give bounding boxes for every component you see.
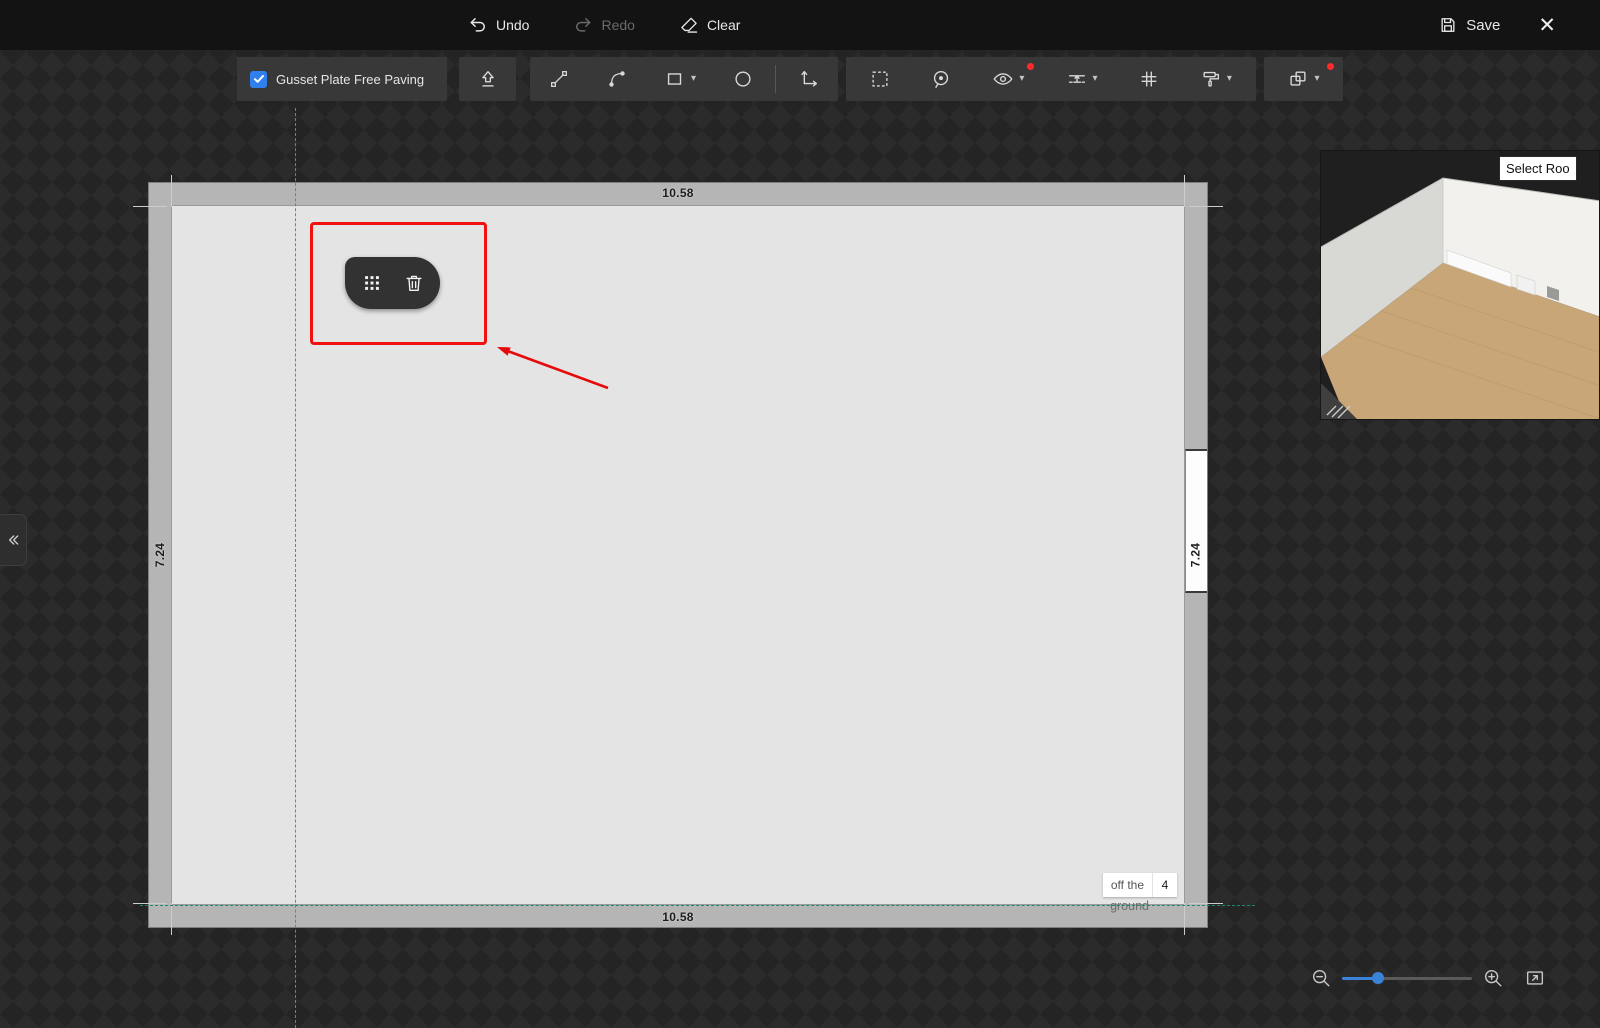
measure-tool-button[interactable] — [779, 57, 837, 101]
offset-label-2: ground — [1110, 899, 1149, 913]
fit-view-icon — [1526, 971, 1544, 985]
view-tools-panel: ▾ ▾ ▾ — [846, 57, 1256, 101]
visibility-button[interactable]: ▾ — [973, 57, 1043, 101]
notification-dot — [1327, 63, 1334, 70]
select-room-tooltip: Select Roo — [1499, 156, 1577, 181]
chevron-down-icon: ▾ — [1092, 73, 1098, 84]
offset-label: off the — [1110, 878, 1144, 892]
wall-opening[interactable] — [1185, 449, 1207, 593]
grid-toggle-button[interactable] — [1120, 57, 1178, 101]
floor-plan[interactable]: 10.58 10.58 7.24 7.24 off the 4 ground — [133, 175, 1223, 935]
clear-button[interactable]: Clear — [679, 15, 740, 35]
rectangle-tool-button[interactable]: ▾ — [646, 57, 714, 101]
room-3d-view — [1321, 177, 1599, 419]
tool-row: Gusset Plate Free Paving ▾ ▾ ▾ ▾ ▾ — [0, 57, 1600, 101]
circle-tool-button[interactable] — [714, 57, 772, 101]
arc-icon — [609, 71, 625, 87]
fit-view-button[interactable] — [1522, 965, 1548, 991]
arc-tool-button[interactable] — [588, 57, 646, 101]
redo-label: Redo — [601, 17, 635, 33]
paving-toggle-panel: Gusset Plate Free Paving — [237, 57, 447, 101]
area-measure-button[interactable] — [912, 57, 970, 101]
upload-icon — [481, 70, 494, 87]
circle-icon — [735, 71, 751, 87]
dimension-tick — [133, 206, 167, 207]
measure-axis-icon — [801, 70, 817, 87]
import-button[interactable] — [459, 57, 516, 101]
dimension-tick — [1189, 903, 1223, 904]
line-tool-button[interactable] — [530, 57, 588, 101]
undo-label: Undo — [496, 17, 530, 33]
dimension-right-label: 7.24 — [1189, 542, 1203, 568]
zoom-in-button[interactable] — [1480, 965, 1506, 991]
offset-input[interactable]: 4 — [1152, 873, 1177, 897]
notification-dot — [1027, 63, 1035, 70]
paving-checkbox[interactable] — [250, 70, 267, 88]
save-button[interactable]: Save — [1438, 15, 1500, 35]
paint-roller-icon — [1203, 71, 1219, 87]
chevron-down-icon: ▾ — [1226, 73, 1232, 84]
dimension-left-label: 7.24 — [153, 542, 167, 568]
clear-label: Clear — [706, 17, 741, 33]
undo-icon — [468, 15, 488, 35]
offset-widget: off the 4 — [1102, 873, 1177, 897]
resize-grip-icon — [1321, 383, 1357, 419]
save-label: Save — [1466, 16, 1501, 34]
material-button[interactable]: ▾ — [1181, 57, 1251, 101]
zoom-slider[interactable] — [1342, 972, 1472, 984]
dimension-top-label: 10.58 — [662, 186, 694, 200]
topbar-right: Save ✕ — [1438, 0, 1556, 50]
line-icon — [551, 71, 567, 87]
undo-button[interactable]: Undo — [468, 15, 529, 35]
import-panel — [459, 57, 516, 101]
dimension-bottom-label: 10.58 — [662, 910, 694, 924]
eye-icon — [993, 73, 1013, 85]
component-library-button[interactable]: ▾ — [1264, 57, 1343, 101]
zoom-slider-thumb[interactable] — [1372, 972, 1384, 984]
chevron-down-icon: ▾ — [1314, 73, 1320, 84]
rectangle-icon — [667, 73, 682, 85]
preview-3d-panel[interactable] — [1320, 150, 1600, 420]
double-chevron-left-icon — [9, 535, 19, 545]
annotation-arrow — [497, 347, 609, 390]
marquee-select-button[interactable] — [851, 57, 909, 101]
dimension-tick — [133, 903, 167, 904]
draw-tools-panel: ▾ — [530, 57, 838, 101]
components-icon — [1290, 71, 1307, 86]
toolbar-divider — [775, 65, 776, 93]
vertical-guide-line — [295, 108, 296, 1028]
elevation-button[interactable]: ▾ — [1047, 57, 1117, 101]
close-button[interactable]: ✕ — [1538, 15, 1556, 36]
zoom-in-icon — [1484, 969, 1502, 987]
zoom-out-button[interactable] — [1308, 965, 1334, 991]
collapse-sidebar-button[interactable] — [0, 514, 27, 566]
check-icon — [253, 75, 264, 83]
elevation-icon — [1068, 75, 1085, 83]
app-root: Undo Redo Clear Save ✕ Gusset Plate Free… — [0, 0, 1600, 1028]
redo-icon — [573, 15, 593, 35]
area-measure-icon — [934, 70, 949, 88]
marquee-icon — [872, 71, 888, 87]
save-icon — [1438, 15, 1458, 35]
zoom-controls — [1308, 958, 1548, 998]
dimension-tick — [1189, 206, 1223, 207]
chevron-down-icon: ▾ — [690, 73, 697, 84]
history-controls: Undo Redo Clear — [468, 0, 740, 50]
grid-icon — [1141, 71, 1157, 87]
topbar: Undo Redo Clear Save ✕ — [0, 0, 1600, 50]
horizontal-guide-line — [140, 905, 1255, 906]
annotation-rectangle — [310, 222, 487, 345]
eraser-icon — [679, 15, 699, 35]
paving-checkbox-label: Gusset Plate Free Paving — [276, 71, 425, 87]
zoom-out-icon — [1312, 969, 1330, 987]
chevron-down-icon: ▾ — [1019, 73, 1025, 84]
redo-button[interactable]: Redo — [573, 15, 635, 35]
preview-resize-handle[interactable] — [1321, 379, 1361, 419]
component-panel: ▾ — [1264, 57, 1343, 101]
